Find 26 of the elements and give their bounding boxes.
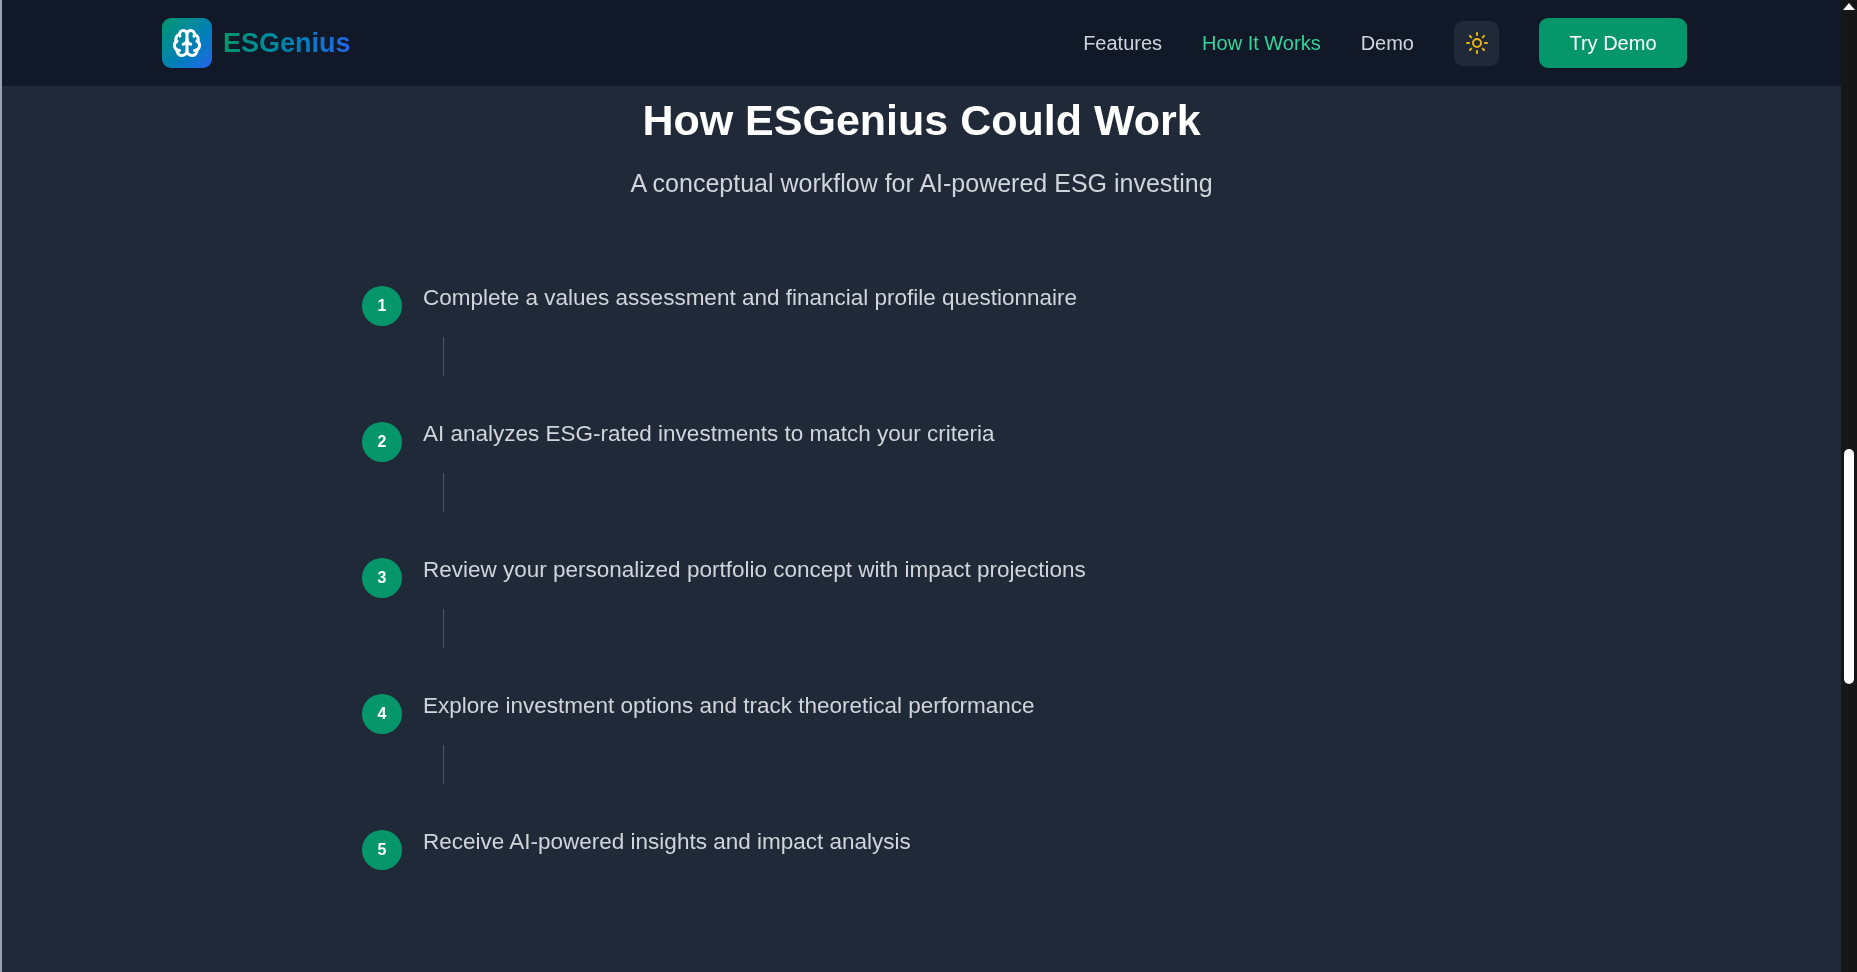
step-number: 5 <box>362 830 402 870</box>
nav-link[interactable]: How It Works <box>1202 29 1321 57</box>
nav-link[interactable]: Features <box>1083 29 1163 57</box>
sun-icon <box>1464 31 1489 55</box>
section-title: How ESGenius Could Work <box>642 95 1201 146</box>
scroll-up-arrow-icon[interactable] <box>1843 3 1855 10</box>
step-connector <box>443 745 444 784</box>
step-connector <box>443 337 444 376</box>
step-number: 3 <box>362 558 402 598</box>
brain-icon[interactable] <box>162 18 212 68</box>
step-connector <box>443 473 444 512</box>
step-connector <box>443 609 444 648</box>
theme-toggle-button[interactable] <box>1454 20 1499 66</box>
step-text: Explore investment options and track theoretical performance <box>423 692 1035 720</box>
step-text: Complete a values assessment and financial profile questionnaire <box>423 284 1078 312</box>
section-subtitle: A conceptual workflow for AI-powered ESG investing <box>630 168 1213 199</box>
step-number: 1 <box>362 286 402 326</box>
scrollbar-thumb[interactable] <box>1844 449 1854 684</box>
try-demo-button[interactable]: Try Demo <box>1539 18 1687 68</box>
scrollbar[interactable] <box>1841 0 1857 972</box>
step-text: Review your personalized portfolio concept with impact projections <box>423 556 1086 584</box>
step-text: Receive AI-powered insights and impact analysis <box>423 828 911 856</box>
step-number: 4 <box>362 694 402 734</box>
step-number: 2 <box>362 422 402 462</box>
nav-link[interactable]: Demo <box>1360 29 1414 57</box>
step-text: AI analyzes ESG-rated investments to match your criteria <box>423 420 995 448</box>
